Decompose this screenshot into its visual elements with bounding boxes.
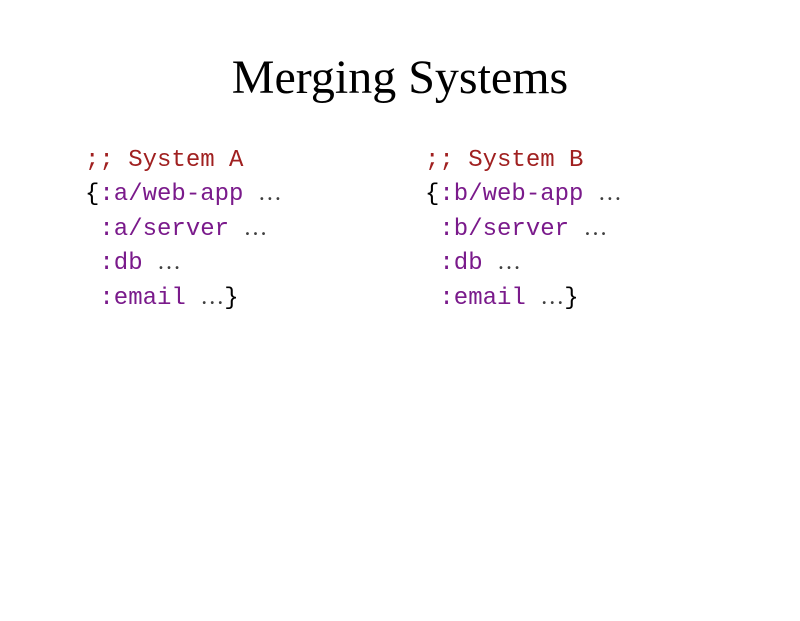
code-columns: ;; System A {:a/web-app … :a/server … :d… — [0, 145, 800, 315]
key-b1: :b/web-app — [439, 181, 583, 208]
close-brace-a: } — [224, 285, 238, 312]
open-brace-b: { — [425, 181, 439, 208]
ellipsis: … — [157, 249, 181, 275]
ellipsis: … — [258, 180, 282, 206]
comment-b: ;; System B — [425, 147, 583, 174]
open-brace-a: { — [85, 181, 99, 208]
system-b-code: ;; System B {:b/web-app … :b/server … :d… — [425, 145, 765, 315]
ellipsis: … — [540, 284, 564, 310]
slide-title: Merging Systems — [0, 50, 800, 105]
ellipsis: … — [200, 284, 224, 310]
key-a2: :a/server — [99, 216, 229, 243]
key-a3: :db — [99, 250, 142, 277]
ellipsis: … — [497, 249, 521, 275]
key-a1: :a/web-app — [99, 181, 243, 208]
comment-a: ;; System A — [85, 147, 243, 174]
slide: Merging Systems ;; System A {:a/web-app … — [0, 0, 800, 621]
ellipsis: … — [583, 215, 607, 241]
key-b2: :b/server — [439, 216, 569, 243]
close-brace-b: } — [564, 285, 578, 312]
key-a4: :email — [99, 285, 185, 312]
key-b3: :db — [439, 250, 482, 277]
ellipsis: … — [598, 180, 622, 206]
ellipsis: … — [243, 215, 267, 241]
system-a-code: ;; System A {:a/web-app … :a/server … :d… — [85, 145, 425, 315]
key-b4: :email — [439, 285, 525, 312]
